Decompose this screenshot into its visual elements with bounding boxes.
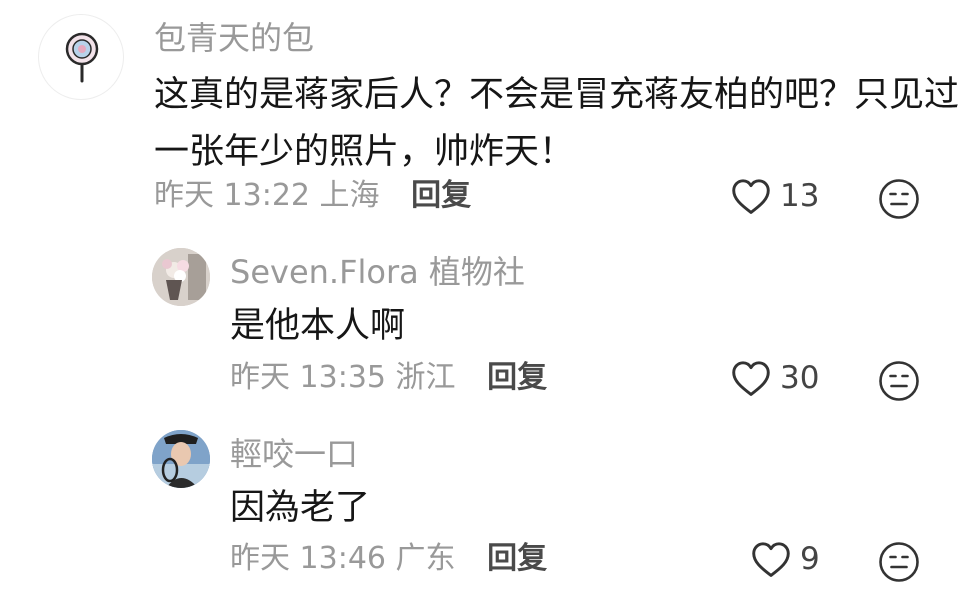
reply-button[interactable]: 回复 (487, 360, 547, 395)
heart-icon (732, 361, 770, 396)
like-button[interactable]: 13 (730, 177, 819, 215)
reply-time: 昨天 13:46 (230, 541, 386, 576)
reply-button[interactable]: 回复 (411, 178, 471, 213)
like-button[interactable]: 9 (750, 540, 820, 578)
comment-time: 昨天 13:22 (154, 178, 310, 213)
comment-username[interactable]: 包青天的包 (154, 18, 314, 58)
like-button[interactable]: 30 (730, 359, 819, 397)
reply-meta: 昨天 13:46 广东 回复 (230, 540, 547, 578)
comment-text-line-2: 一张年少的照片，帅炸天！ (154, 132, 575, 172)
avatar[interactable] (38, 14, 124, 100)
avatar[interactable] (152, 248, 210, 306)
reply-username[interactable]: 輕咬一口 (230, 434, 358, 474)
meh-face-icon (879, 361, 919, 401)
lollipop-icon (65, 32, 99, 83)
reply-meta: 昨天 13:35 浙江 回复 (230, 359, 547, 397)
dislike-button[interactable] (878, 178, 920, 220)
comment-text-line-1: 这真的是蒋家后人？不会是冒充蒋友柏的吧？只见过 (154, 75, 960, 115)
comment-meta: 昨天 13:22 上海 回复 (154, 177, 471, 215)
like-count: 9 (800, 541, 820, 577)
flower-bouquet-icon (152, 248, 210, 306)
reply-text: 因為老了 (230, 488, 371, 528)
reply-location: 广东 (395, 541, 456, 576)
like-count: 13 (780, 178, 820, 214)
meh-face-icon (879, 542, 919, 582)
reply-location: 浙江 (395, 360, 456, 395)
reply-username[interactable]: Seven.Flora 植物社 (230, 252, 525, 292)
dislike-button[interactable] (878, 360, 920, 402)
reply-text: 是他本人啊 (230, 306, 406, 346)
meh-face-icon (879, 179, 919, 219)
reply-button[interactable]: 回复 (487, 541, 547, 576)
comment-location: 上海 (319, 178, 380, 213)
reply-time: 昨天 13:35 (230, 360, 386, 395)
heart-icon (732, 179, 770, 214)
dislike-button[interactable] (878, 541, 920, 583)
avatar[interactable] (152, 430, 210, 488)
like-count: 30 (780, 360, 820, 396)
heart-icon (752, 542, 790, 577)
tennis-player-icon (152, 430, 210, 488)
